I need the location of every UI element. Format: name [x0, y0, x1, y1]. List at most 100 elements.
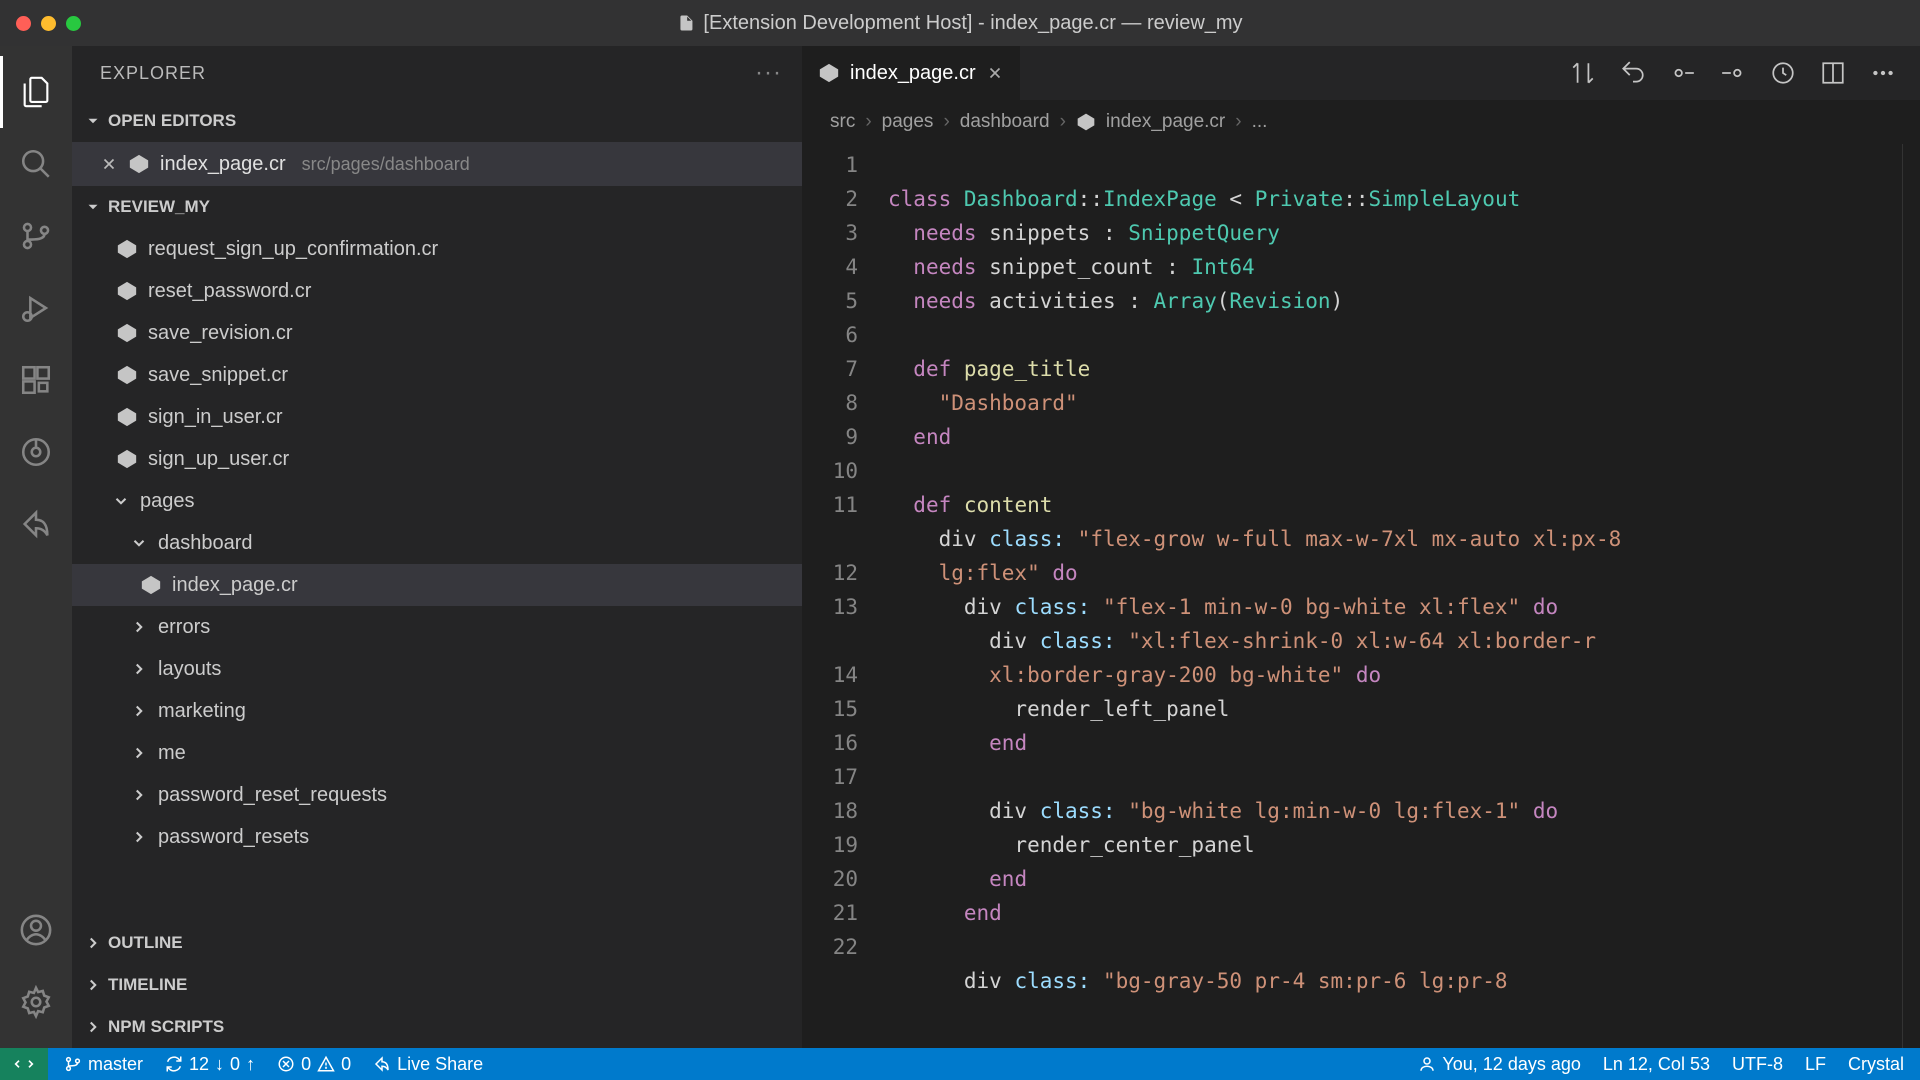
encoding-text: UTF-8	[1732, 1054, 1783, 1075]
extensions-tab[interactable]	[0, 344, 72, 416]
timeline-section[interactable]: TIMELINE	[72, 964, 802, 1006]
revert-icon[interactable]	[1620, 60, 1646, 86]
sync-up: 0	[230, 1054, 240, 1075]
chevron-right-icon	[130, 828, 148, 846]
settings-button[interactable]	[0, 966, 72, 1038]
window-title-text: [Extension Development Host] - index_pag…	[703, 12, 1242, 35]
code-content[interactable]: class Dashboard::IndexPage < Private::Si…	[888, 144, 1902, 1048]
folder-item[interactable]: password_reset_requests	[72, 774, 802, 816]
breadcrumb-item[interactable]: pages	[882, 111, 934, 133]
explorer-more-button[interactable]: ···	[755, 59, 782, 87]
folder-name: me	[158, 742, 186, 765]
workspace-section[interactable]: REVIEW_MY	[72, 186, 802, 228]
git-sync[interactable]: 12↓ 0↑	[165, 1054, 255, 1075]
language-mode[interactable]: Crystal	[1848, 1054, 1904, 1075]
open-editor-path: src/pages/dashboard	[302, 154, 470, 175]
open-editors-section[interactable]: OPEN EDITORS	[72, 100, 802, 142]
person-icon	[1418, 1055, 1436, 1073]
explorer-title: EXPLORER	[100, 63, 206, 84]
split-editor-icon[interactable]	[1820, 60, 1846, 86]
file-item[interactable]: save_revision.cr	[72, 312, 802, 354]
sync-down: 12	[189, 1054, 209, 1075]
breadcrumb-item[interactable]: dashboard	[960, 111, 1050, 133]
outline-section[interactable]: OUTLINE	[72, 922, 802, 964]
npm-label: NPM SCRIPTS	[108, 1017, 224, 1037]
file-item[interactable]: reset_password.cr	[72, 270, 802, 312]
prev-change-icon[interactable]	[1670, 60, 1696, 86]
crystal-icon	[116, 322, 138, 344]
minimap[interactable]	[1902, 144, 1920, 1048]
folder-item-pages[interactable]: pages	[72, 480, 802, 522]
account-button[interactable]	[0, 894, 72, 966]
problems[interactable]: 0 0	[277, 1054, 351, 1075]
folder-item[interactable]: layouts	[72, 648, 802, 690]
source-control-tab[interactable]	[0, 200, 72, 272]
chevron-right-icon	[130, 618, 148, 636]
cursor-position[interactable]: Ln 12, Col 53	[1603, 1054, 1710, 1075]
chevron-right-icon	[130, 702, 148, 720]
search-icon	[19, 147, 53, 181]
open-editor-filename: index_page.cr	[160, 153, 286, 176]
explorer-sidebar: EXPLORER ··· OPEN EDITORS index_page.cr …	[72, 46, 802, 1048]
compare-icon[interactable]	[1570, 60, 1596, 86]
eol[interactable]: LF	[1805, 1054, 1826, 1075]
gitlens-icon	[19, 435, 53, 469]
more-icon[interactable]	[1870, 60, 1896, 86]
file-item[interactable]: sign_up_user.cr	[72, 438, 802, 480]
breadcrumbs[interactable]: src› pages› dashboard› index_page.cr› ..…	[802, 100, 1920, 144]
cursor-text: Ln 12, Col 53	[1603, 1054, 1710, 1075]
breadcrumb-item[interactable]: ...	[1252, 111, 1268, 133]
minimize-window-button[interactable]	[41, 16, 56, 31]
files-icon	[19, 75, 53, 109]
open-editor-item[interactable]: index_page.cr src/pages/dashboard	[72, 142, 802, 186]
file-icon	[677, 14, 695, 32]
search-tab[interactable]	[0, 128, 72, 200]
folder-name: dashboard	[158, 532, 253, 555]
gear-icon	[19, 985, 53, 1019]
debug-tab[interactable]	[0, 272, 72, 344]
lang-text: Crystal	[1848, 1054, 1904, 1075]
editor-area: index_page.cr src› pages› dashboard› ind…	[802, 46, 1920, 1048]
liveshare-tab[interactable]	[0, 488, 72, 560]
file-item[interactable]: request_sign_up_confirmation.cr	[72, 228, 802, 270]
file-item[interactable]: sign_in_user.cr	[72, 396, 802, 438]
crystal-icon	[128, 153, 150, 175]
folder-item[interactable]: me	[72, 732, 802, 774]
window-controls	[16, 16, 81, 31]
close-window-button[interactable]	[16, 16, 31, 31]
branch-name: master	[88, 1054, 143, 1075]
file-name: reset_password.cr	[148, 280, 311, 303]
editor-tab[interactable]: index_page.cr	[802, 46, 1020, 100]
gitlens-tab[interactable]	[0, 416, 72, 488]
npm-section[interactable]: NPM SCRIPTS	[72, 1006, 802, 1048]
encoding[interactable]: UTF-8	[1732, 1054, 1783, 1075]
git-branch[interactable]: master	[64, 1054, 143, 1075]
error-icon	[277, 1055, 295, 1073]
next-change-icon[interactable]	[1720, 60, 1746, 86]
file-item-active[interactable]: index_page.cr	[72, 564, 802, 606]
code-editor[interactable]: 1234567891011 1213 141516171819202122 cl…	[802, 144, 1920, 1048]
live-share[interactable]: Live Share	[373, 1054, 483, 1075]
maximize-window-button[interactable]	[66, 16, 81, 31]
chevron-down-icon	[84, 198, 102, 216]
breadcrumb-item[interactable]: src	[830, 111, 855, 133]
file-item[interactable]: save_snippet.cr	[72, 354, 802, 396]
close-icon[interactable]	[986, 64, 1004, 82]
chevron-right-icon	[130, 660, 148, 678]
crystal-icon	[1076, 112, 1096, 132]
explorer-tab[interactable]	[0, 56, 72, 128]
tabs-bar: index_page.cr	[802, 46, 1920, 100]
remote-button[interactable]	[0, 1048, 48, 1080]
git-blame[interactable]: You, 12 days ago	[1418, 1054, 1580, 1075]
folder-item[interactable]: password_resets	[72, 816, 802, 858]
folder-item[interactable]: marketing	[72, 690, 802, 732]
toggle-changes-icon[interactable]	[1770, 60, 1796, 86]
chevron-right-icon	[130, 786, 148, 804]
breadcrumb-item[interactable]: index_page.cr	[1106, 111, 1225, 133]
folder-item-dashboard[interactable]: dashboard	[72, 522, 802, 564]
share-icon	[19, 507, 53, 541]
close-icon[interactable]	[100, 155, 118, 173]
crystal-icon	[116, 238, 138, 260]
folder-item[interactable]: errors	[72, 606, 802, 648]
live-share-label: Live Share	[397, 1054, 483, 1075]
